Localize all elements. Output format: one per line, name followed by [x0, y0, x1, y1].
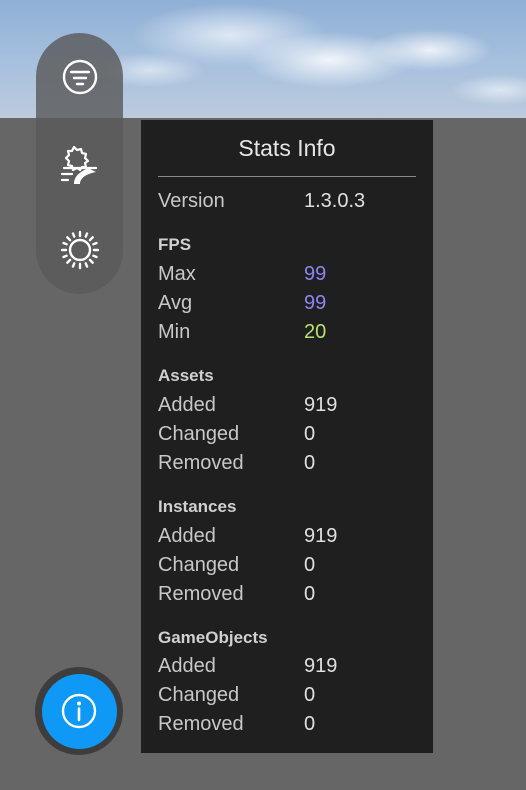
instances-changed-row: Changed 0 — [158, 552, 416, 578]
assets-changed-value: 0 — [304, 423, 316, 445]
fps-heading: FPS — [158, 235, 192, 254]
stats-title: Stats Info — [238, 135, 336, 161]
gameobjects-removed-row: Removed 0 — [158, 711, 416, 737]
instances-removed-value: 0 — [304, 583, 316, 605]
instances-added-value: 919 — [304, 525, 338, 547]
info-button-face — [41, 673, 117, 749]
fps-min-label: Min — [158, 321, 191, 343]
title-divider — [158, 176, 416, 177]
version-value: 1.3.0.3 — [304, 190, 366, 212]
instances-added-row: Added 919 — [158, 523, 416, 549]
terrain-button[interactable] — [50, 136, 110, 196]
tool-palette — [36, 33, 123, 294]
landscape-road-icon — [60, 145, 97, 184]
gameobjects-changed-label: Changed — [158, 684, 240, 706]
info-button[interactable] — [35, 667, 123, 755]
gameobjects-changed-row: Changed 0 — [158, 682, 416, 708]
filter-icon — [62, 59, 97, 95]
info-icon — [61, 693, 97, 729]
gameobjects-added-value: 919 — [304, 655, 338, 677]
fps-min-row: Min 20 — [158, 319, 416, 345]
gameobjects-heading: GameObjects — [158, 628, 268, 647]
instances-added-label: Added — [158, 525, 216, 547]
instances-removed-label: Removed — [158, 583, 244, 605]
gameobjects-removed-label: Removed — [158, 713, 244, 735]
assets-removed-row: Removed 0 — [158, 450, 416, 476]
instances-removed-row: Removed 0 — [158, 581, 416, 607]
assets-added-value: 919 — [304, 394, 338, 416]
version-label: Version — [158, 190, 225, 212]
gameobjects-added-label: Added — [158, 655, 216, 677]
instances-changed-label: Changed — [158, 554, 240, 576]
lighting-button[interactable] — [50, 220, 110, 280]
fps-max-row: Max 99 — [158, 261, 416, 287]
gameobjects-changed-value: 0 — [304, 684, 316, 706]
instances-changed-value: 0 — [304, 554, 316, 576]
gameobjects-removed-value: 0 — [304, 713, 316, 735]
fps-max-value: 99 — [304, 263, 327, 285]
assets-removed-value: 0 — [304, 452, 316, 474]
fps-min-value: 20 — [304, 321, 327, 343]
fps-avg-row: Avg 99 — [158, 290, 416, 316]
assets-added-label: Added — [158, 394, 216, 416]
fps-avg-value: 99 — [304, 292, 327, 314]
assets-heading: Assets — [158, 366, 214, 385]
instances-heading: Instances — [158, 497, 237, 516]
sun-icon — [60, 230, 99, 270]
filter-button[interactable] — [50, 47, 110, 107]
fps-avg-label: Avg — [158, 292, 193, 314]
assets-changed-row: Changed 0 — [158, 421, 416, 447]
fps-max-label: Max — [158, 263, 196, 285]
gameobjects-added-row: Added 919 — [158, 653, 416, 679]
version-row: Version 1.3.0.3 — [158, 188, 416, 214]
assets-removed-label: Removed — [158, 452, 244, 474]
assets-changed-label: Changed — [158, 423, 240, 445]
assets-added-row: Added 919 — [158, 392, 416, 418]
